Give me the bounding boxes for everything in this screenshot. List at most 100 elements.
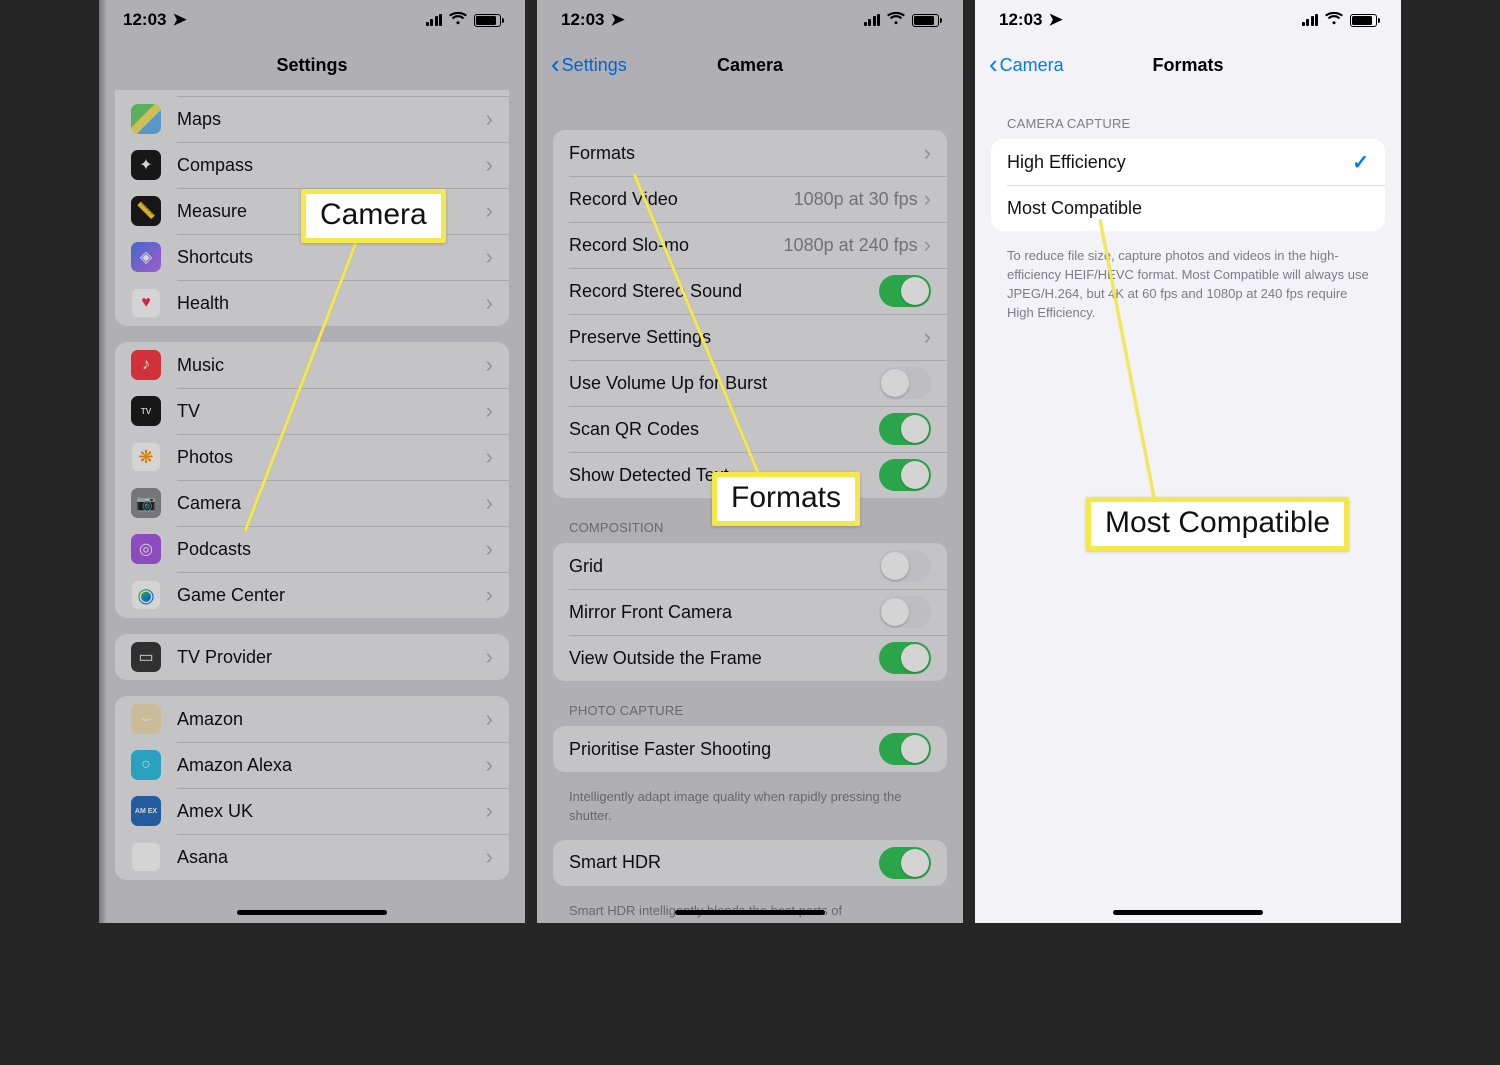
settings-row-tv[interactable]: ᴛᴠ TV › — [115, 388, 509, 434]
settings-row-shortcuts[interactable]: ◈ Shortcuts › — [115, 234, 509, 280]
settings-row-measure[interactable]: 📏 Measure › — [115, 188, 509, 234]
row-label: High Efficiency — [1007, 152, 1352, 173]
row-label: Use Volume Up for Burst — [569, 373, 879, 394]
settings-row-compass[interactable]: ✦ Compass › — [115, 142, 509, 188]
home-indicator[interactable] — [675, 910, 825, 915]
chevron-right-icon: › — [486, 198, 493, 224]
page-title: Camera — [717, 55, 783, 76]
camera-row[interactable]: Grid — [553, 543, 947, 589]
camera-row[interactable]: Smart HDR — [553, 840, 947, 886]
back-button[interactable]: ‹ Camera — [989, 40, 1064, 90]
signal-icon — [864, 14, 881, 26]
settings-row-tvprovider[interactable]: ▭ TV Provider › — [115, 634, 509, 680]
settings-row-health[interactable]: ♥ Health › — [115, 280, 509, 326]
row-label: Record Video — [569, 189, 794, 210]
wifi-icon — [1325, 12, 1343, 29]
section-header-photo-capture: PHOTO CAPTURE — [569, 703, 931, 718]
row-label: View Outside the Frame — [569, 648, 879, 669]
location-icon: ➤ — [1048, 10, 1062, 30]
location-icon: ➤ — [172, 10, 186, 30]
settings-row-camera[interactable]: 📷 Camera › — [115, 480, 509, 526]
settings-group-d: ⌣ Amazon › ○ Amazon Alexa › AM EX Amex U… — [115, 696, 509, 880]
camera-row[interactable]: Record Slo-mo1080p at 240 fps› — [553, 222, 947, 268]
section-footer: To reduce file size, capture photos and … — [1007, 247, 1369, 322]
row-label: Podcasts — [177, 539, 486, 560]
row-label: Health — [177, 293, 486, 314]
row-label: Shortcuts — [177, 247, 486, 268]
format-option[interactable]: Most Compatible — [991, 185, 1385, 231]
row-label: Grid — [569, 556, 879, 577]
camera-icon: 📷 — [131, 488, 161, 518]
amex-icon: AM EX — [131, 796, 161, 826]
row-label: Record Stereo Sound — [569, 281, 879, 302]
chevron-right-icon: › — [924, 140, 931, 166]
settings-row-gamecenter[interactable]: Game Center › — [115, 572, 509, 618]
toggle[interactable] — [879, 733, 931, 765]
section-footer-c: Intelligently adapt image quality when r… — [569, 788, 931, 826]
settings-row-podcasts[interactable]: ◎ Podcasts › — [115, 526, 509, 572]
chevron-right-icon: › — [924, 324, 931, 350]
settings-row-photos[interactable]: Photos › — [115, 434, 509, 480]
camera-row[interactable]: Preserve Settings› — [553, 314, 947, 360]
photos-icon — [131, 442, 161, 472]
camera-row[interactable]: Formats› — [553, 130, 947, 176]
row-label: Scan QR Codes — [569, 419, 879, 440]
settings-row-amex[interactable]: AM EX Amex UK › — [115, 788, 509, 834]
toggle[interactable] — [879, 642, 931, 674]
toggle[interactable] — [879, 275, 931, 307]
home-indicator[interactable] — [237, 910, 387, 915]
camera-group-c: Prioritise Faster Shooting — [553, 726, 947, 772]
row-label: Photos — [177, 447, 486, 468]
camera-row[interactable]: Record Stereo Sound — [553, 268, 947, 314]
settings-row-amazon[interactable]: ⌣ Amazon › — [115, 696, 509, 742]
location-icon: ➤ — [610, 10, 624, 30]
row-label: Game Center — [177, 585, 486, 606]
toggle[interactable] — [879, 847, 931, 879]
row-label: Music — [177, 355, 486, 376]
row-label: Formats — [569, 143, 924, 164]
camera-row[interactable]: Scan QR Codes — [553, 406, 947, 452]
row-label: Amazon — [177, 709, 486, 730]
alexa-icon: ○ — [131, 750, 161, 780]
chevron-right-icon: › — [486, 106, 493, 132]
chevron-right-icon: › — [486, 244, 493, 270]
row-label: Prioritise Faster Shooting — [569, 739, 879, 760]
back-button[interactable]: ‹ Settings — [551, 40, 627, 90]
status-time: 12:03 — [999, 10, 1042, 30]
toggle[interactable] — [879, 596, 931, 628]
maps-icon — [131, 104, 161, 134]
row-value: 1080p at 30 fps — [794, 189, 918, 210]
camera-row[interactable]: Show Detected Text — [553, 452, 947, 498]
screen-camera-settings: 12:03 ➤ ‹ Settings Camera Formats› Recor… — [537, 0, 963, 923]
battery-icon — [1350, 14, 1377, 27]
compass-icon: ✦ — [131, 150, 161, 180]
settings-row-alexa[interactable]: ○ Amazon Alexa › — [115, 742, 509, 788]
settings-row-asana[interactable]: ● Asana › — [115, 834, 509, 880]
settings-row-music[interactable]: ♪ Music › — [115, 342, 509, 388]
home-indicator[interactable] — [1113, 910, 1263, 915]
chevron-right-icon: › — [486, 152, 493, 178]
camera-row[interactable]: Mirror Front Camera — [553, 589, 947, 635]
camera-row[interactable]: Use Volume Up for Burst — [553, 360, 947, 406]
toggle[interactable] — [879, 459, 931, 491]
amazon-icon: ⌣ — [131, 704, 161, 734]
settings-row-maps[interactable]: Maps › — [115, 96, 509, 142]
signal-icon — [426, 14, 443, 26]
wifi-icon — [449, 12, 467, 29]
row-label: Asana — [177, 847, 486, 868]
toggle[interactable] — [879, 550, 931, 582]
chevron-right-icon: › — [924, 232, 931, 258]
row-label: Compass — [177, 155, 486, 176]
row-label: Most Compatible — [1007, 198, 1369, 219]
toggle[interactable] — [879, 413, 931, 445]
page-title: Formats — [1152, 55, 1223, 76]
camera-row[interactable]: View Outside the Frame — [553, 635, 947, 681]
camera-row[interactable]: Prioritise Faster Shooting — [553, 726, 947, 772]
toggle[interactable] — [879, 367, 931, 399]
chevron-right-icon: › — [486, 752, 493, 778]
camera-group-d: Smart HDR — [553, 840, 947, 886]
settings-group-b: ♪ Music › ᴛᴠ TV › Photos › 📷 Camera › ◎ … — [115, 342, 509, 618]
format-option[interactable]: High Efficiency ✓ — [991, 139, 1385, 185]
row-label: Camera — [177, 493, 486, 514]
camera-row[interactable]: Record Video1080p at 30 fps› — [553, 176, 947, 222]
